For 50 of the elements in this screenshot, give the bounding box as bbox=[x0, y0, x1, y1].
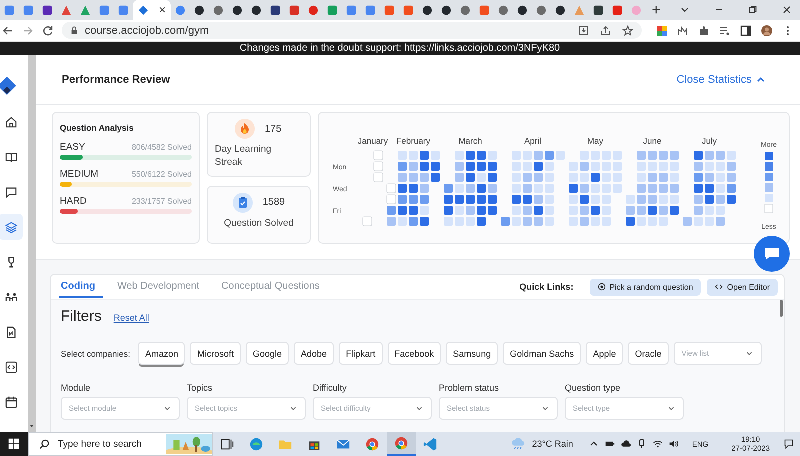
company-chip[interactable]: Oracle bbox=[628, 342, 669, 365]
dropdown-label: Difficulty bbox=[313, 383, 348, 393]
dropdown-label: Problem status bbox=[439, 383, 500, 393]
company-chip[interactable]: Flipkart bbox=[339, 342, 383, 365]
month-label: July bbox=[702, 136, 718, 146]
dropdown-label: Module bbox=[61, 383, 92, 393]
company-chip[interactable]: Facebook bbox=[388, 342, 442, 365]
solved-count: 550/6122 Solved bbox=[132, 170, 192, 179]
category-tab[interactable]: Coding bbox=[59, 280, 104, 298]
company-chip[interactable]: Goldman Sachs bbox=[503, 342, 582, 365]
solved-count: 233/1757 Solved bbox=[132, 197, 192, 206]
company-chip[interactable]: Apple bbox=[586, 342, 624, 365]
quick-links-label: Quick Links: bbox=[520, 282, 574, 292]
browser-tab[interactable]: × bbox=[133, 0, 171, 20]
dropdown-label: Question type bbox=[565, 383, 622, 393]
difficulty-label: EASY bbox=[60, 142, 86, 153]
close-statistics-link[interactable]: Close Statistics bbox=[676, 74, 766, 86]
dropdown-label: Topics bbox=[187, 383, 214, 393]
url-text: course.acciojob.com/gym bbox=[85, 24, 210, 36]
difficulty-label: MEDIUM bbox=[60, 169, 99, 180]
month-label: January bbox=[358, 136, 388, 146]
month-label: April bbox=[524, 136, 542, 146]
solved-total: 1589 bbox=[262, 197, 286, 208]
address-field[interactable]: course.acciojob.com/gym bbox=[62, 22, 642, 39]
month-label: June bbox=[643, 136, 662, 146]
card-title: Question Analysis bbox=[60, 123, 135, 133]
company-chip[interactable]: Samsung bbox=[446, 342, 498, 365]
difficulty-label: HARD bbox=[60, 196, 87, 207]
solved-count: 806/4582 Solved bbox=[132, 143, 192, 152]
companies-label: Select companies: bbox=[61, 348, 130, 358]
filters-title: Filters bbox=[61, 308, 102, 325]
company-chip[interactable]: Adobe bbox=[294, 342, 334, 365]
section-title: Performance Review bbox=[62, 74, 170, 86]
close-tab-button[interactable]: × bbox=[158, 3, 166, 17]
taskbar-search-field[interactable]: Type here to search bbox=[28, 432, 213, 456]
streak-count: 175 bbox=[265, 124, 282, 134]
solved-label: Question Solved bbox=[224, 216, 294, 230]
company-chip[interactable]: Google bbox=[246, 342, 290, 365]
month-label: March bbox=[458, 136, 482, 146]
month-label: May bbox=[587, 136, 604, 146]
month-label: February bbox=[396, 136, 430, 146]
company-chip[interactable]: Amazon bbox=[138, 342, 186, 365]
open-editor-button[interactable]: Open Editor bbox=[707, 278, 778, 296]
reset-all-link[interactable]: Reset All bbox=[114, 313, 150, 323]
announcement-banner: Changes made in the doubt support: https://links.acciojob.com/3NFyK80 bbox=[0, 42, 800, 55]
streak-label: Day Learning Streak bbox=[215, 143, 273, 170]
weather-text[interactable]: 23°C Rain bbox=[532, 439, 574, 449]
company-chip[interactable]: Microsoft bbox=[190, 342, 241, 365]
random-question-button[interactable]: Pick a random question bbox=[590, 278, 702, 296]
new-tab-button[interactable]: + bbox=[652, 2, 661, 18]
